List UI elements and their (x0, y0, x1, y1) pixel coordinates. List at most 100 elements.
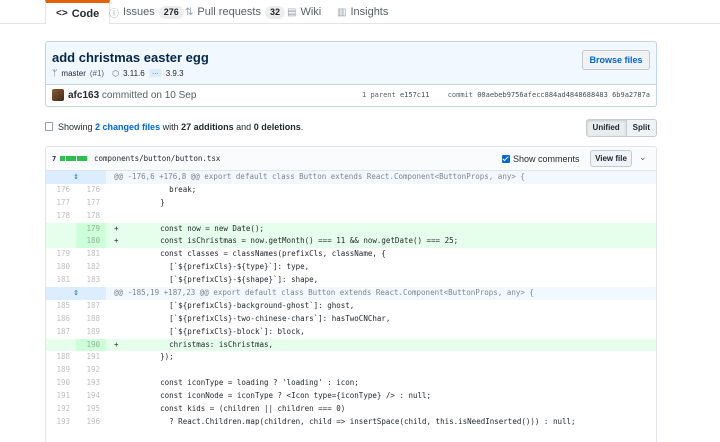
old-line-number[interactable]: 177 (46, 197, 76, 210)
new-line-number[interactable]: 190 (76, 338, 106, 352)
addition-marker: + (114, 223, 119, 233)
old-line-number[interactable]: 191 (46, 390, 76, 403)
old-line-number[interactable]: 179 (46, 248, 76, 261)
new-line-number[interactable]: 181 (76, 248, 106, 261)
split-button[interactable]: Split (626, 119, 657, 137)
issue-icon: ⓘ (109, 8, 119, 20)
diff-line-context: 177 177 } (46, 197, 656, 210)
old-line-number[interactable]: 181 (46, 274, 76, 287)
toc-with: with (162, 122, 179, 132)
pr-ref[interactable]: (#1) (90, 69, 104, 78)
repo-nav-tabs: <> Code ⓘ Issues 276 ⇅ Pull requests 32 … (0, 0, 720, 25)
code-text: const iconType = loading ? 'loading' : i… (124, 378, 359, 388)
chevron-down-icon[interactable]: ⌄ (639, 152, 647, 163)
old-line-number[interactable]: 178 (46, 210, 76, 223)
new-line-number[interactable]: 195 (76, 403, 106, 416)
diff-line-addition: 180 + const isChristmas = now.getMonth() … (46, 235, 656, 249)
tag-start[interactable]: 3.11.6 (123, 69, 145, 78)
diff-line-context: 179 181 const classes = classNames(prefix… (46, 248, 656, 261)
expand-icon[interactable]: ⇕ (46, 171, 106, 184)
code-text: const now = new Date(); (124, 223, 264, 233)
old-line-number[interactable]: 185 (46, 300, 76, 313)
new-line-number[interactable]: 193 (76, 377, 106, 390)
wiki-icon: ▤ (287, 6, 297, 18)
old-line-number[interactable]: 180 (46, 261, 76, 274)
parent-sha[interactable]: e157c11 (400, 91, 430, 99)
diff-line-context: 185 187 [`${prefixCls}-background-ghost`]… (46, 300, 656, 313)
diff-table: ⇕ @@ -176,6 +176,8 @@ export default clas… (46, 171, 656, 429)
new-line-number[interactable]: 187 (76, 300, 106, 313)
commit-title: add christmas easter egg (52, 50, 209, 65)
tag-end[interactable]: 3.9.3 (166, 69, 184, 78)
code-text: christmas: isChristmas, (124, 339, 274, 349)
new-line-number[interactable]: 180 (76, 235, 106, 249)
old-line-number[interactable]: 188 (46, 351, 76, 364)
new-line-number[interactable]: 183 (76, 274, 106, 287)
diffstat-bar (60, 155, 88, 163)
old-line-number[interactable]: 176 (46, 184, 76, 197)
diff-line-context: 192 195 const kids = (children || childre… (46, 403, 656, 416)
changed-files-link[interactable]: 2 changed files (95, 122, 160, 132)
code-text: break; (124, 184, 197, 194)
author-name[interactable]: afc163 (68, 90, 99, 101)
code-text: [`${prefixCls}-${type}`]: type, (124, 262, 310, 272)
new-line-number[interactable]: 182 (76, 261, 106, 274)
diff-line-addition: 190 + christmas: isChristmas, (46, 338, 656, 352)
new-line-number[interactable]: 179 (76, 222, 106, 236)
toc-summary: Showing 2 changed files with 27 addition… (58, 122, 303, 132)
view-file-button[interactable]: View file (590, 150, 632, 167)
old-line-number[interactable]: 193 (46, 416, 76, 429)
additions-count: 27 additions (181, 122, 234, 132)
toc-period: . (300, 122, 304, 132)
branch-name[interactable]: master (61, 69, 85, 78)
new-line-number[interactable]: 188 (76, 313, 106, 326)
diff-line-context: 180 182 [`${prefixCls}-${type}`]: type, (46, 261, 656, 274)
new-line-number[interactable]: 177 (76, 197, 106, 210)
addition-marker: + (114, 236, 119, 246)
addition-marker: + (114, 339, 119, 349)
diff-line-addition: 179 + const now = new Date(); (46, 222, 656, 236)
issues-counter: 276 (158, 5, 184, 19)
hunk-text: @@ -176,6 +176,8 @@ export default class… (114, 172, 525, 181)
tab-code[interactable]: <> Code (45, 0, 111, 25)
new-line-number[interactable]: 192 (76, 364, 106, 377)
file-path[interactable]: components/button/button.tsx (94, 154, 220, 163)
new-line-number[interactable]: 189 (76, 326, 106, 339)
tab-wiki[interactable]: ▤ Wiki (287, 0, 321, 24)
tab-issues[interactable]: ⓘ Issues 276 (109, 0, 184, 24)
file-diff-icon (45, 122, 53, 131)
show-comments-toggle[interactable]: Show comments (502, 154, 580, 164)
old-line-number[interactable]: 192 (46, 403, 76, 416)
tag-icon: ⬡ (112, 68, 120, 78)
toc-and: and (236, 122, 252, 132)
code-text: [`${prefixCls}-${shape}`]: shape, (124, 275, 319, 285)
diff-line-context: 178 178 (46, 210, 656, 223)
new-line-number[interactable]: 194 (76, 390, 106, 403)
new-line-number[interactable]: 191 (76, 351, 106, 364)
browse-files-button[interactable]: Browse files (582, 50, 650, 70)
author-line: afc163 committed on 10 Sep (68, 90, 196, 101)
code-text: [`${prefixCls}-two-chinese-chars`]: hasT… (124, 313, 391, 323)
avatar[interactable] (52, 89, 64, 101)
old-line-number[interactable]: 187 (46, 326, 76, 339)
pull-requests-counter: 32 (264, 5, 285, 19)
old-line-number[interactable]: 190 (46, 377, 76, 390)
diffstat: 7 (52, 155, 88, 163)
tab-pull-requests[interactable]: ⇅ Pull requests 32 (185, 0, 285, 24)
tag-ellipsis[interactable]: … (148, 69, 162, 77)
unified-button[interactable]: Unified (585, 119, 627, 137)
old-line-number[interactable]: 189 (46, 364, 76, 377)
new-line-number[interactable]: 178 (76, 210, 106, 223)
code-text: ? React.Children.map(children, child => … (124, 416, 576, 426)
tab-insights-label: Insights (350, 6, 389, 18)
code-text: } (124, 197, 165, 207)
show-comments-checkbox[interactable] (502, 155, 510, 163)
code-text: [`${prefixCls}-background-ghost`]: ghost… (124, 300, 355, 310)
commit-meta: afc163 committed on 10 Sep 1 parent e157… (45, 84, 657, 107)
new-line-number[interactable]: 176 (76, 184, 106, 197)
tab-insights[interactable]: ▥ Insights (337, 0, 388, 24)
expand-icon[interactable]: ⇕ (46, 287, 106, 300)
new-line-number[interactable]: 196 (76, 416, 106, 429)
old-line-number[interactable]: 186 (46, 313, 76, 326)
committed-text: committed on 10 Sep (101, 90, 197, 101)
